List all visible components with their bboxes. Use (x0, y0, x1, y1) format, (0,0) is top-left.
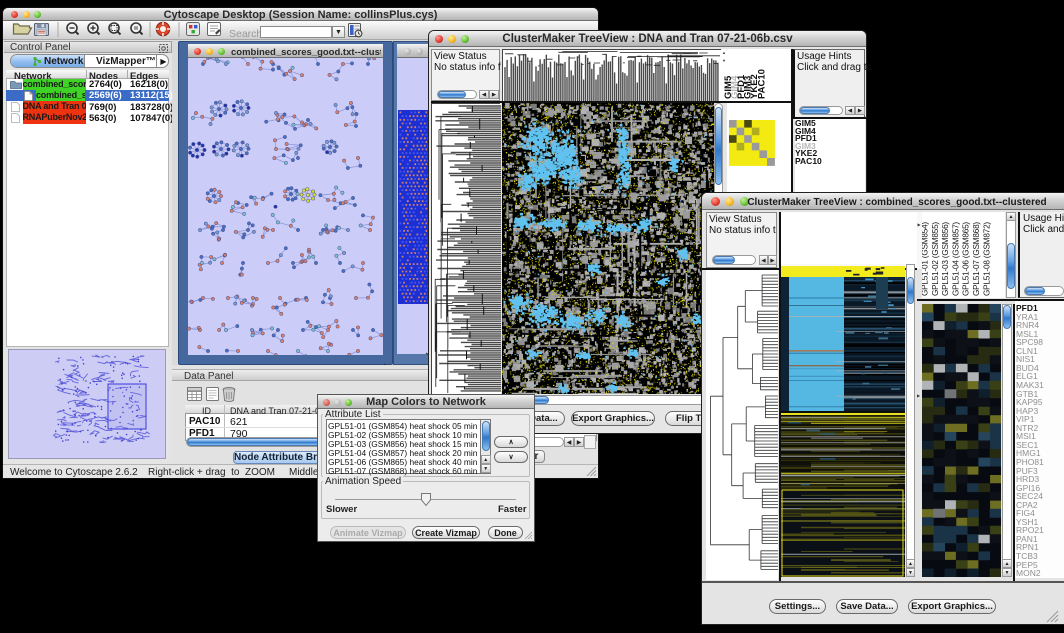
svg-text:GPL51-02 (GSM855): GPL51-02 (GSM855) (931, 222, 940, 296)
svg-text:PAC10: PAC10 (757, 69, 768, 99)
svg-text:GPL51-01 (GSM854): GPL51-01 (GSM854) (922, 222, 930, 296)
svg-text:GPL51-06 (GSM865): GPL51-06 (GSM865) (962, 222, 971, 296)
svg-text:GPL51-03 (GSM856): GPL51-03 (GSM856) (941, 222, 950, 296)
svg-text:GPL51-08 (GSM872): GPL51-08 (GSM872) (982, 222, 991, 296)
svg-text:GPL51-07 (GSM868): GPL51-07 (GSM868) (972, 222, 981, 296)
svg-text:GPL51-04 (GSM857): GPL51-04 (GSM857) (951, 222, 960, 296)
